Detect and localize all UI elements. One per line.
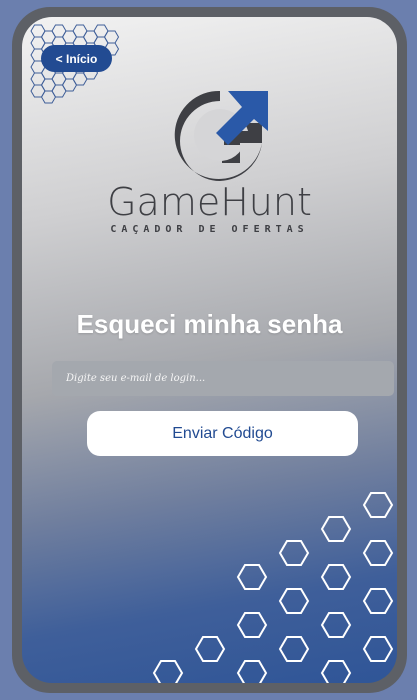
- page-title: Esqueci minha senha: [76, 309, 343, 339]
- device-frame: < Início GameHunt CAÇADOR DE OFERTAS Esq…: [12, 7, 407, 693]
- email-input[interactable]: [52, 361, 394, 396]
- screen: < Início GameHunt CAÇADOR DE OFERTAS Esq…: [22, 17, 397, 683]
- brand-tagline: CAÇADOR DE OFERTAS: [110, 224, 309, 235]
- gamehunt-logo-icon: [174, 90, 268, 181]
- back-button[interactable]: < Início: [41, 45, 112, 72]
- brand-name: GameHunt: [107, 180, 312, 224]
- send-code-button[interactable]: Enviar Código: [87, 411, 358, 456]
